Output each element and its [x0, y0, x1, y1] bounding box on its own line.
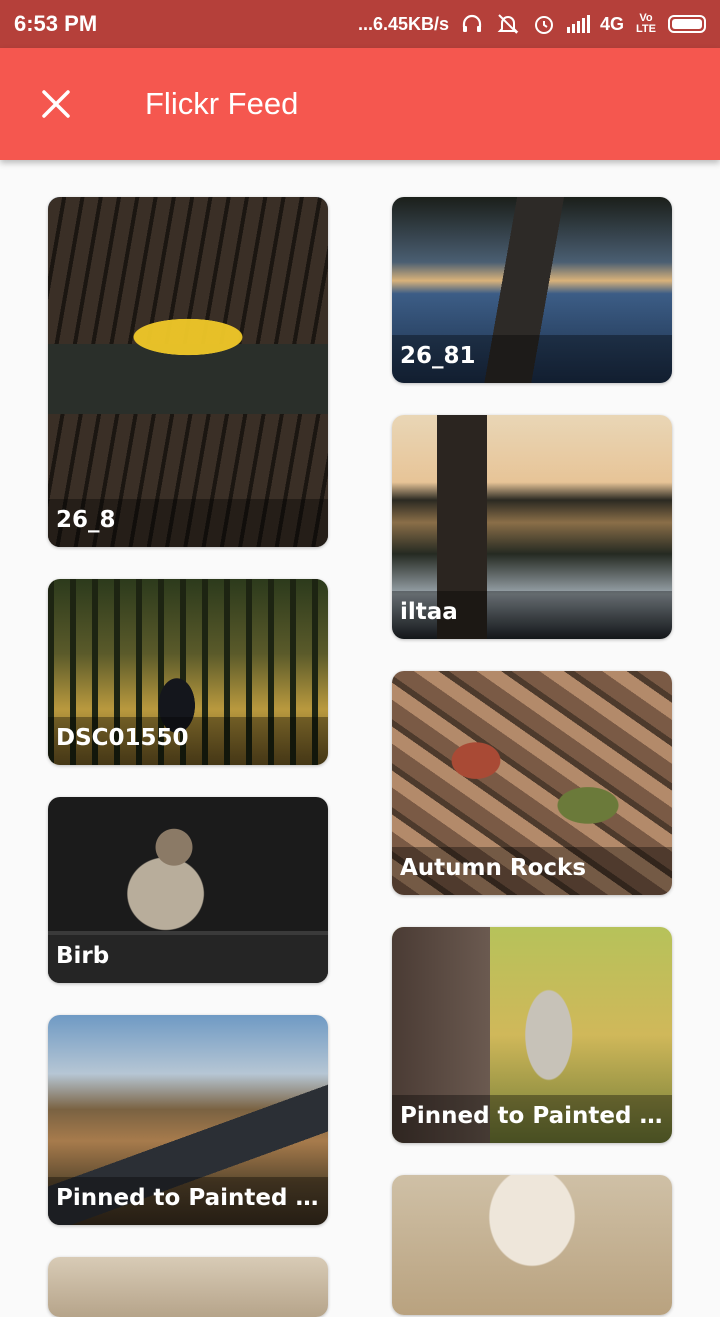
photo-card[interactable]: Autumn Rocks: [392, 671, 672, 895]
photo-card[interactable]: iltaa: [392, 415, 672, 639]
photo-image: [48, 197, 328, 547]
photo-card[interactable]: [48, 1257, 328, 1317]
status-time: 6:53 PM: [14, 11, 98, 36]
photo-card[interactable]: 26_8: [48, 197, 328, 547]
mute-icon: [495, 11, 521, 37]
photo-card[interactable]: Pinned to Painted by...: [392, 927, 672, 1143]
close-icon: [42, 90, 70, 118]
close-button[interactable]: [28, 76, 84, 132]
status-bar: 6:53 PM ...6.45KB/s 4G Vo LTE: [0, 0, 720, 48]
photo-image: [392, 1175, 672, 1315]
alarm-icon: [531, 11, 557, 37]
network-type: 4G: [599, 13, 624, 34]
photo-card[interactable]: 26_81: [392, 197, 672, 383]
photo-title: iltaa: [392, 591, 672, 639]
photo-card[interactable]: Pinned to Painted by...: [48, 1015, 328, 1225]
photo-title: Pinned to Painted by...: [392, 1095, 672, 1143]
photo-title: 26_8: [48, 499, 328, 547]
photo-title: Autumn Rocks: [392, 847, 672, 895]
battery-icon: [668, 15, 706, 33]
photo-title: DSC01550: [48, 717, 328, 765]
page-title: Flickr Feed: [145, 86, 299, 121]
headphones-icon: [459, 11, 485, 37]
photo-title: 26_81: [392, 335, 672, 383]
photo-card[interactable]: [392, 1175, 672, 1315]
status-icons: ...6.45KB/s 4G Vo LTE: [358, 11, 706, 37]
photo-card[interactable]: Birb: [48, 797, 328, 983]
volte-badge: Vo LTE: [636, 12, 656, 35]
photo-image: [48, 1257, 328, 1317]
photo-title: Birb: [48, 935, 328, 983]
photo-card[interactable]: DSC01550: [48, 579, 328, 765]
signal-icon: [566, 15, 590, 33]
app-bar: Flickr Feed: [0, 48, 720, 160]
photo-title: Pinned to Painted by...: [48, 1177, 328, 1225]
network-speed: ...6.45KB/s: [357, 13, 449, 34]
